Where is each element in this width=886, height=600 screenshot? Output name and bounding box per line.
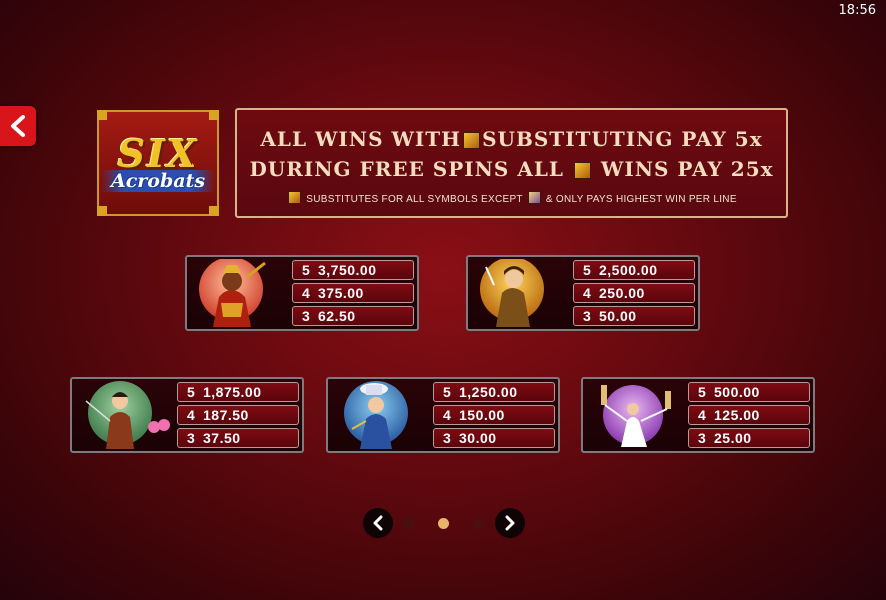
dart-thrower-icon [480,259,544,327]
logo-subtitle: Acrobats [100,170,216,192]
chevron-right-icon [505,515,515,531]
chevron-left-icon [373,515,383,531]
banner-line3-b: & ONLY PAYS HIGHEST WIN PER LINE [545,194,737,205]
paytable-card: 5 3,750.00 4 375.00 3 62.50 [185,255,419,331]
payout-row: 3 37.50 [177,428,299,448]
payout-row: 4 150.00 [433,405,555,425]
page-dot-active[interactable] [438,518,449,529]
plate-spinner-icon [601,385,671,447]
payout-row: 5 500.00 [688,382,810,402]
scatter-symbol-icon [527,191,541,204]
prev-page-button[interactable] [363,508,393,538]
payout-row: 3 50.00 [573,306,695,326]
monkey-king-icon [199,259,266,327]
logo-title: SIX [117,131,199,176]
payout-row: 3 25.00 [688,428,810,448]
page-navigation [363,508,525,538]
back-button[interactable] [0,106,36,146]
rules-banner: ALL WINS WITH SUBSTITUTING PAY 5x DURING … [235,108,788,218]
payout-row: 4 250.00 [573,283,695,303]
paytable-card: 5 2,500.00 4 250.00 3 50.00 [466,255,700,331]
payout-row: 5 2,500.00 [573,260,695,280]
banner-line1-a: ALL WINS WITH [260,127,462,151]
wild-symbol-icon [463,132,481,149]
payout-row: 5 1,875.00 [177,382,299,402]
chevron-left-icon [11,115,25,137]
payout-row: 4 375.00 [292,283,414,303]
payout-row: 4 187.50 [177,405,299,425]
paytable-card: 5 1,875.00 4 187.50 3 37.50 [70,377,304,453]
payout-row: 4 125.00 [688,405,810,425]
page-dot[interactable] [473,518,484,529]
next-page-button[interactable] [495,508,525,538]
banner-line3-a: SUBSTITUTES FOR ALL SYMBOLS EXCEPT [306,194,523,205]
paytable-card: 5 500.00 4 125.00 3 25.00 [581,377,815,453]
payout-row: 3 62.50 [292,306,414,326]
payout-row: 5 3,750.00 [292,260,414,280]
status-time: 18:56 [838,3,876,18]
paytable-card: 5 1,250.00 4 150.00 3 30.00 [326,377,560,453]
payout-row: 5 1,250.00 [433,382,555,402]
hat-juggler-icon [344,381,408,449]
wild-symbol-icon [288,191,302,204]
banner-line2-a: DURING FREE SPINS ALL [249,157,564,181]
banner-line2-b: WINS PAY 25x [600,157,774,181]
page-dot[interactable] [403,518,414,529]
payout-row: 3 30.00 [433,428,555,448]
yoyo-acrobat-icon [85,381,170,449]
wild-symbol-icon [573,162,591,179]
banner-line1-b: SUBSTITUTING PAY 5x [482,127,763,151]
game-logo: SIX Acrobats [97,110,219,216]
